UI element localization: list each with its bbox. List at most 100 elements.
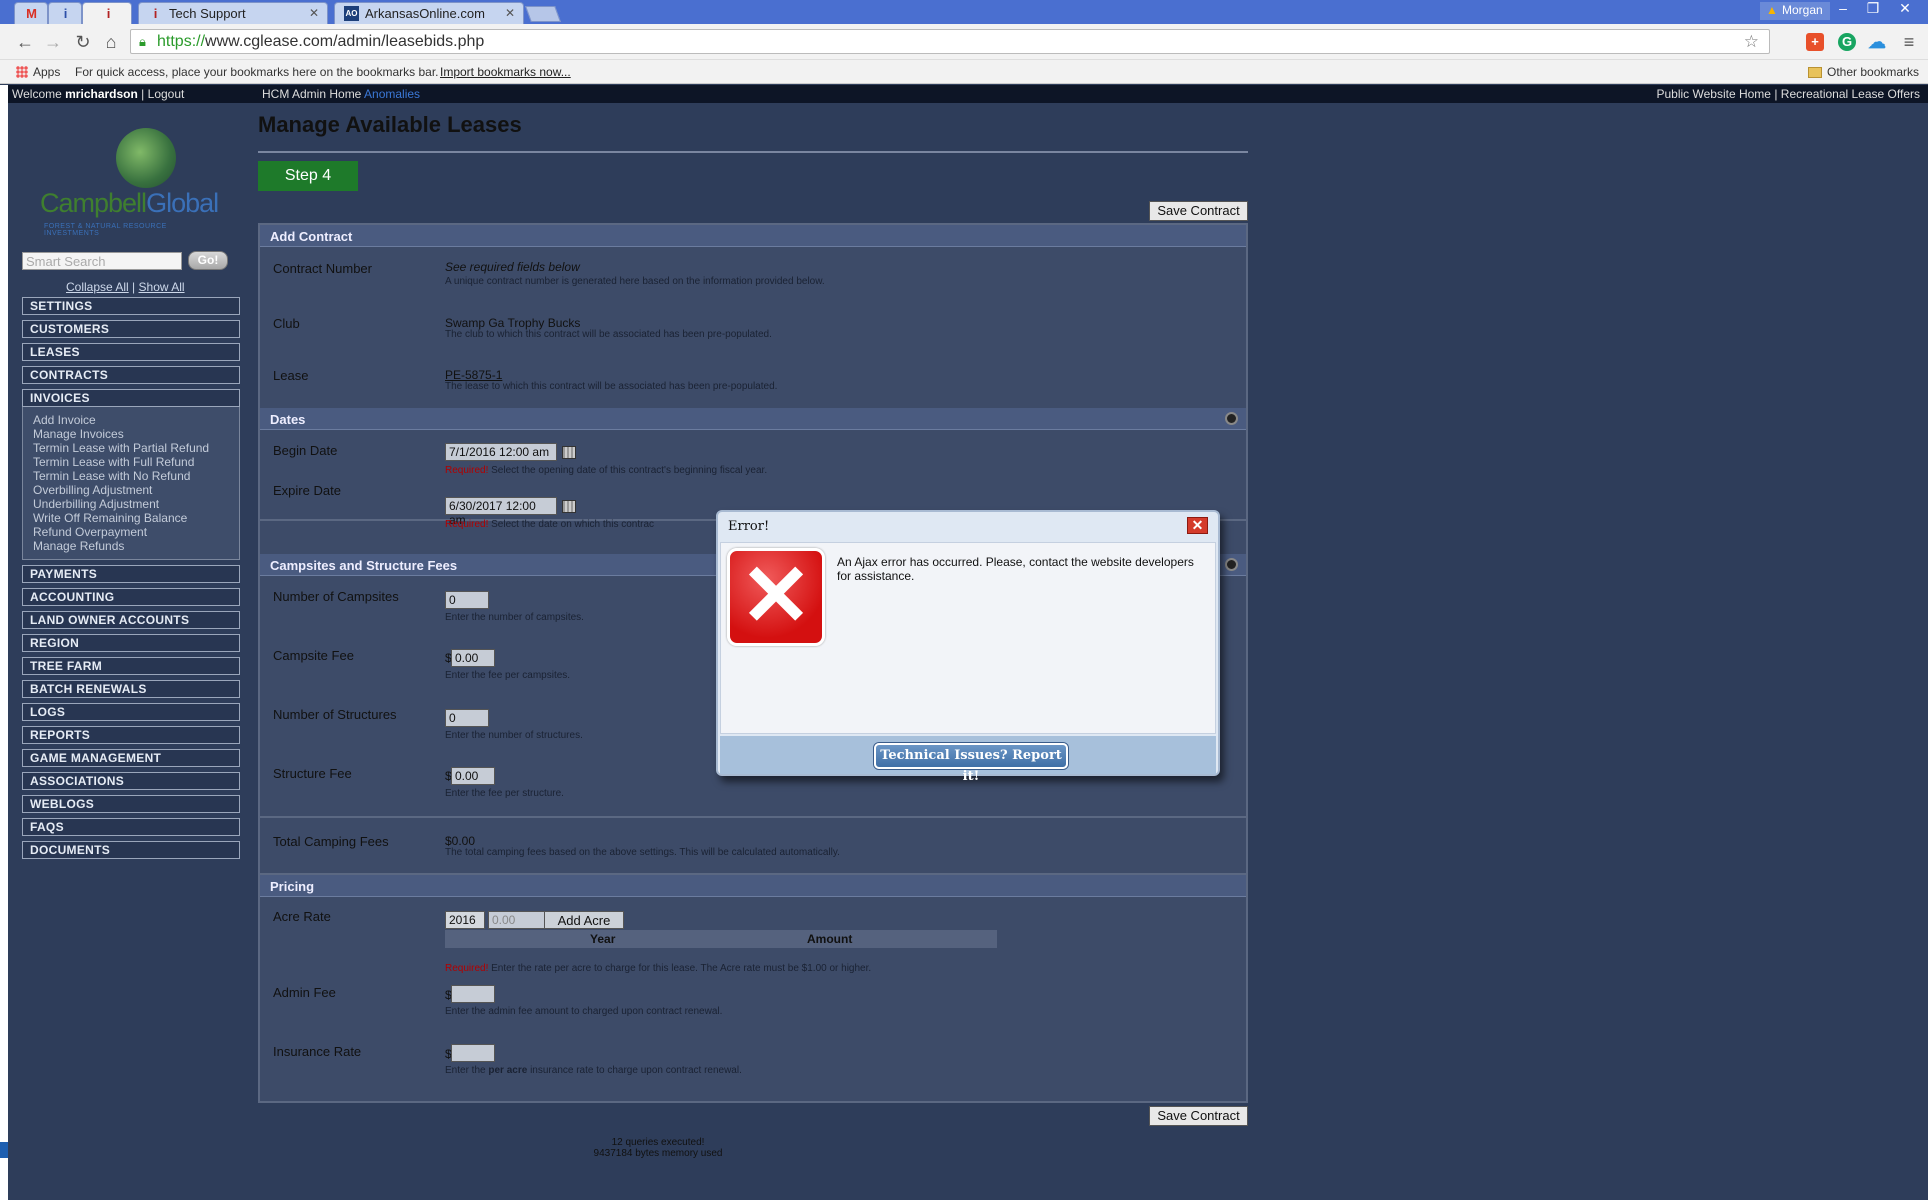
num-campsites-input[interactable]: 0	[445, 591, 489, 609]
sidebar-item-tree-farm[interactable]: TREE FARM	[22, 657, 240, 675]
sidebar-item-contracts[interactable]: CONTRACTS	[22, 366, 240, 384]
submenu-full-refund[interactable]: Termin Lease with Full Refund	[33, 455, 239, 469]
dialog-title: Error!	[728, 519, 770, 534]
campsites-heading-text: Campsites and Structure Fees	[270, 558, 458, 573]
show-all-link[interactable]: Show All	[139, 280, 185, 294]
tab-pinned-info[interactable]: i	[48, 2, 82, 24]
sidebar-item-leases[interactable]: LEASES	[22, 343, 240, 361]
error-dialog: Error! ✕ ✕ An Ajax error has occurred. P…	[716, 510, 1220, 784]
restore-icon[interactable]: ❐	[1858, 0, 1888, 18]
submenu-refund-overpayment[interactable]: Refund Overpayment	[33, 525, 239, 539]
grammarly-icon[interactable]: G	[1838, 33, 1856, 51]
admin-links: HCM Admin Home Anomalies	[262, 87, 420, 101]
section-heading: Add Contract	[260, 225, 1246, 247]
calendar-icon[interactable]	[562, 446, 576, 459]
insurance-rate-input[interactable]	[451, 1044, 495, 1062]
minimize-icon[interactable]: –	[1828, 0, 1858, 18]
admin-home-link[interactable]: HCM Admin Home	[262, 87, 361, 101]
bookmark-star-icon[interactable]: ☆	[1744, 32, 1759, 52]
expire-date-input[interactable]: 6/30/2017 12:00 am	[445, 497, 557, 527]
logo-text: CampbellGlobal	[40, 188, 219, 218]
acre-rate-table-header: Year Amount	[445, 930, 997, 948]
logout-link[interactable]: Logout	[148, 87, 185, 101]
tab-arkansasonline[interactable]: AO ArkansasOnline.com ✕	[334, 2, 524, 24]
add-acre-rate-button[interactable]: Add Acre Rate	[544, 911, 624, 943]
submenu-partial-refund[interactable]: Termin Lease with Partial Refund	[33, 441, 239, 455]
report-issue-button[interactable]: Technical Issues? Report it!	[874, 743, 1068, 784]
sidebar-item-weblogs[interactable]: WEBLOGS	[22, 795, 240, 813]
sidebar-item-customers[interactable]: CUSTOMERS	[22, 320, 240, 338]
window-close-icon[interactable]: ✕	[1888, 0, 1922, 18]
toggle-icon[interactable]	[1225, 412, 1238, 425]
num-structures-input[interactable]: 0	[445, 709, 489, 727]
submenu-overbilling[interactable]: Overbilling Adjustment	[33, 483, 239, 497]
save-contract-button-top[interactable]: Save Contract	[1149, 201, 1248, 221]
back-arrow-icon[interactable]: ←	[14, 31, 36, 53]
year-select[interactable]: 2016 ▼	[445, 911, 485, 940]
sidebar-item-associations[interactable]: ASSOCIATIONS	[22, 772, 240, 790]
smart-search-input[interactable]: Smart Search	[22, 252, 182, 270]
submenu-underbilling[interactable]: Underbilling Adjustment	[33, 497, 239, 511]
campbell-global-logo[interactable]: CampbellGlobal FOREST & NATURAL RESOURCE…	[40, 128, 220, 237]
structure-fee-input[interactable]: 0.00	[451, 767, 495, 785]
info-icon: i	[153, 6, 158, 21]
begin-date-input[interactable]: 7/1/2016 12:00 am	[445, 443, 557, 461]
collapse-all-link[interactable]: Collapse All	[66, 280, 129, 294]
other-bookmarks[interactable]: Other bookmarks	[1808, 65, 1919, 79]
sidebar-item-settings[interactable]: SETTINGS	[22, 297, 240, 315]
recreational-link[interactable]: Recreational Lease Offers	[1781, 87, 1920, 101]
tab-gmail[interactable]: M	[14, 2, 48, 24]
tab-active[interactable]: i	[82, 2, 132, 24]
tab-tech-support[interactable]: i Tech Support ✕	[138, 2, 328, 24]
save-contract-button-bottom[interactable]: Save Contract	[1149, 1106, 1248, 1126]
sidebar-item-payments[interactable]: PAYMENTS	[22, 565, 240, 583]
menu-icon[interactable]: ≡	[1900, 33, 1918, 51]
sidebar-item-game-management[interactable]: GAME MANAGEMENT	[22, 749, 240, 767]
sidebar-item-documents[interactable]: DOCUMENTS	[22, 841, 240, 859]
separator: |	[141, 87, 145, 101]
public-home-link[interactable]: Public Website Home	[1656, 87, 1771, 101]
sidebar-item-reports[interactable]: REPORTS	[22, 726, 240, 744]
calendar-icon[interactable]	[562, 500, 576, 513]
submenu-write-off[interactable]: Write Off Remaining Balance	[33, 511, 239, 525]
forward-arrow-icon[interactable]: →	[42, 31, 64, 53]
lease-link[interactable]: PE-5875-1	[445, 368, 502, 382]
submenu-manage-refunds[interactable]: Manage Refunds	[33, 539, 239, 553]
go-button[interactable]: Go!	[188, 251, 228, 270]
page-title: Manage Available Leases	[258, 112, 522, 137]
submenu-manage-invoices[interactable]: Manage Invoices	[33, 427, 239, 441]
anomalies-link[interactable]: Anomalies	[364, 87, 420, 101]
admin-fee-input[interactable]	[451, 985, 495, 1003]
sidebar-item-region[interactable]: REGION	[22, 634, 240, 652]
cloud-icon[interactable]: ☁	[1868, 33, 1886, 51]
campsite-fee-input[interactable]: 0.00	[451, 649, 495, 667]
sidebar-item-land-owner-accounts[interactable]: LAND OWNER ACCOUNTS	[22, 611, 240, 629]
sidebar-item-faqs[interactable]: FAQS	[22, 818, 240, 836]
browser-toolbar: ← → ↻ ⌂ 🔒︎ https://www.cglease.com/admin…	[0, 24, 1928, 60]
sidebar-item-invoices[interactable]: INVOICES	[22, 389, 240, 407]
extension-plus-icon[interactable]: +	[1806, 33, 1824, 51]
toggle-icon[interactable]	[1225, 558, 1238, 571]
begin-date-label: Begin Date	[273, 443, 338, 458]
apps-bookmark[interactable]: Apps	[16, 65, 60, 79]
dialog-close-button[interactable]: ✕	[1187, 517, 1208, 534]
close-tab-icon[interactable]: ✕	[309, 6, 319, 20]
sidebar-item-logs[interactable]: LOGS	[22, 703, 240, 721]
close-tab-icon[interactable]: ✕	[505, 6, 515, 20]
submenu-no-refund[interactable]: Termin Lease with No Refund	[33, 469, 239, 483]
total-camping-help: The total camping fees based on the abov…	[445, 847, 840, 858]
home-icon[interactable]: ⌂	[100, 31, 122, 53]
new-tab-button[interactable]	[525, 6, 561, 22]
col-year: Year	[590, 932, 616, 946]
sidebar-item-batch-renewals[interactable]: BATCH RENEWALS	[22, 680, 240, 698]
address-bar[interactable]: 🔒︎ https://www.cglease.com/admin/leasebi…	[130, 29, 1770, 54]
club-label: Club	[273, 316, 300, 331]
sidebar-item-accounting[interactable]: ACCOUNTING	[22, 588, 240, 606]
import-bookmarks-link[interactable]: Import bookmarks now...	[440, 65, 571, 79]
bookmarks-bar: Apps For quick access, place your bookma…	[0, 60, 1928, 84]
dialog-body: ✕ An Ajax error has occurred. Please, co…	[720, 542, 1216, 734]
submenu-add-invoice[interactable]: Add Invoice	[33, 413, 239, 427]
reload-icon[interactable]: ↻	[72, 31, 94, 53]
profile-button[interactable]: ▲ Morgan	[1760, 2, 1830, 20]
campsite-fee-help: Enter the fee per campsites.	[445, 670, 571, 681]
